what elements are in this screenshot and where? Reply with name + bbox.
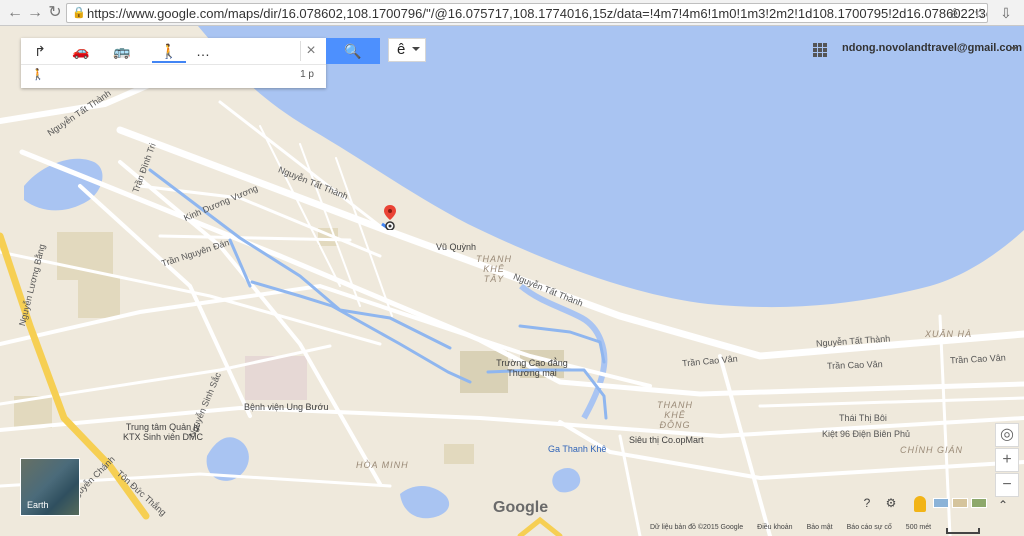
walk-icon: 🚶 bbox=[31, 69, 45, 81]
poi-label: Ga Thanh Khê bbox=[548, 444, 607, 454]
zoom-out-icon[interactable]: − bbox=[995, 473, 1019, 497]
account-email[interactable]: ndong.novolandtravel@gmail.com bbox=[842, 42, 1022, 54]
layer-thumb-icon[interactable] bbox=[952, 498, 968, 508]
district-label: CHÍNH GIÁN bbox=[900, 445, 964, 455]
poi-label: Vũ Quỳnh bbox=[436, 242, 477, 252]
terms-link[interactable]: Điều khoản bbox=[757, 524, 792, 536]
search-button[interactable]: 🔍 bbox=[326, 38, 380, 64]
directions-panel: ↱ 🚗 🚌 🚶 … × 🚶 1 p bbox=[21, 38, 326, 88]
reload-icon[interactable]: ↻ bbox=[45, 3, 65, 23]
district-label: THANH KHÊ ĐÔNG bbox=[657, 400, 693, 430]
chevron-down-icon bbox=[412, 47, 420, 51]
language-selector[interactable]: ê bbox=[388, 38, 426, 62]
car-icon[interactable]: 🚗 bbox=[70, 41, 92, 61]
poi-label: Siêu thị Co.opMart bbox=[629, 435, 704, 445]
zoom-controls: ◎ + − bbox=[995, 423, 1019, 497]
language-label: ê bbox=[397, 41, 406, 58]
search-icon: 🔍 bbox=[344, 43, 362, 59]
lock-icon: 🔒 bbox=[72, 7, 86, 19]
zoom-in-icon[interactable]: + bbox=[995, 448, 1019, 472]
privacy-link[interactable]: Bảo mật bbox=[807, 524, 833, 536]
close-icon[interactable]: × bbox=[300, 41, 321, 61]
route-time: 1 p bbox=[300, 69, 314, 80]
apps-grid-icon[interactable] bbox=[813, 43, 827, 57]
address-bar[interactable]: 🔒 https://www.google.com/maps/dir/16.078… bbox=[66, 3, 988, 23]
bottom-tools: ? ⚙ bbox=[859, 495, 899, 511]
map-label: Trần Cao Vân bbox=[826, 359, 883, 371]
more-icon[interactable]: … bbox=[192, 41, 214, 61]
browser-actions: é ☆ ⇩ bbox=[944, 3, 1016, 23]
map-label: Thái Thị Bôi bbox=[839, 413, 887, 423]
transit-icon[interactable]: 🚌 bbox=[111, 41, 133, 61]
earth-toggle[interactable]: Earth bbox=[20, 458, 80, 516]
back-icon[interactable]: ← bbox=[5, 3, 25, 23]
chevron-down-icon[interactable] bbox=[1011, 47, 1017, 51]
start-marker-icon[interactable] bbox=[382, 204, 398, 230]
walk-icon[interactable]: 🚶 bbox=[152, 41, 186, 63]
report-link[interactable]: Báo cáo sự cố bbox=[847, 524, 892, 536]
route-row[interactable]: 🚶 1 p bbox=[21, 65, 326, 87]
translate-icon[interactable]: é bbox=[944, 3, 964, 23]
layer-thumb-icon[interactable] bbox=[933, 498, 949, 508]
scale-bar bbox=[946, 528, 980, 534]
scale-label: 500 mét bbox=[905, 524, 932, 531]
locate-icon[interactable]: ◎ bbox=[995, 423, 1019, 447]
poi-label: Trung tâm Quản lý KTX Sinh viên DMC bbox=[122, 422, 204, 442]
directions-icon[interactable]: ↱ bbox=[29, 41, 51, 61]
map-canvas[interactable]: Nguyễn Tất Thành Nguyễn Tất Thành Nguyễn… bbox=[0, 26, 1024, 536]
map-data-credit: Dữ liệu bản đồ ©2015 Google bbox=[650, 524, 744, 531]
download-icon[interactable]: ⇩ bbox=[996, 3, 1016, 23]
map-label: Kiệt 96 Điện Biên Phủ bbox=[822, 429, 911, 439]
travel-modes: ↱ 🚗 🚌 🚶 … × bbox=[21, 38, 326, 65]
forward-icon[interactable]: → bbox=[25, 3, 45, 23]
help-icon[interactable]: ? bbox=[859, 495, 875, 511]
poi-label: Bệnh viện Ung Bướu bbox=[244, 402, 329, 412]
pegman-icon[interactable] bbox=[914, 496, 926, 512]
gear-icon[interactable]: ⚙ bbox=[883, 495, 899, 511]
earth-label: Earth bbox=[27, 500, 49, 510]
district-label: THANH KHÊ TÂY bbox=[476, 254, 512, 284]
url-text: https://www.google.com/maps/dir/16.07860… bbox=[87, 6, 988, 21]
browser-chrome: ← → ↻ 🔒 https://www.google.com/maps/dir/… bbox=[0, 0, 1024, 26]
google-logo: Google bbox=[493, 499, 549, 516]
expand-icon[interactable]: ⌃ bbox=[995, 497, 1011, 513]
poi-label: Trường Cao đẳng Thương mại bbox=[496, 358, 568, 378]
layer-thumbnails[interactable] bbox=[933, 498, 987, 508]
district-label: XUÂN HÀ bbox=[925, 329, 973, 339]
district-label: HÒA MINH bbox=[356, 460, 409, 470]
map-footer: Dữ liệu bản đồ ©2015 Google Điều khoản B… bbox=[650, 524, 931, 536]
star-icon[interactable]: ☆ bbox=[970, 3, 990, 23]
layer-thumb-icon[interactable] bbox=[971, 498, 987, 508]
